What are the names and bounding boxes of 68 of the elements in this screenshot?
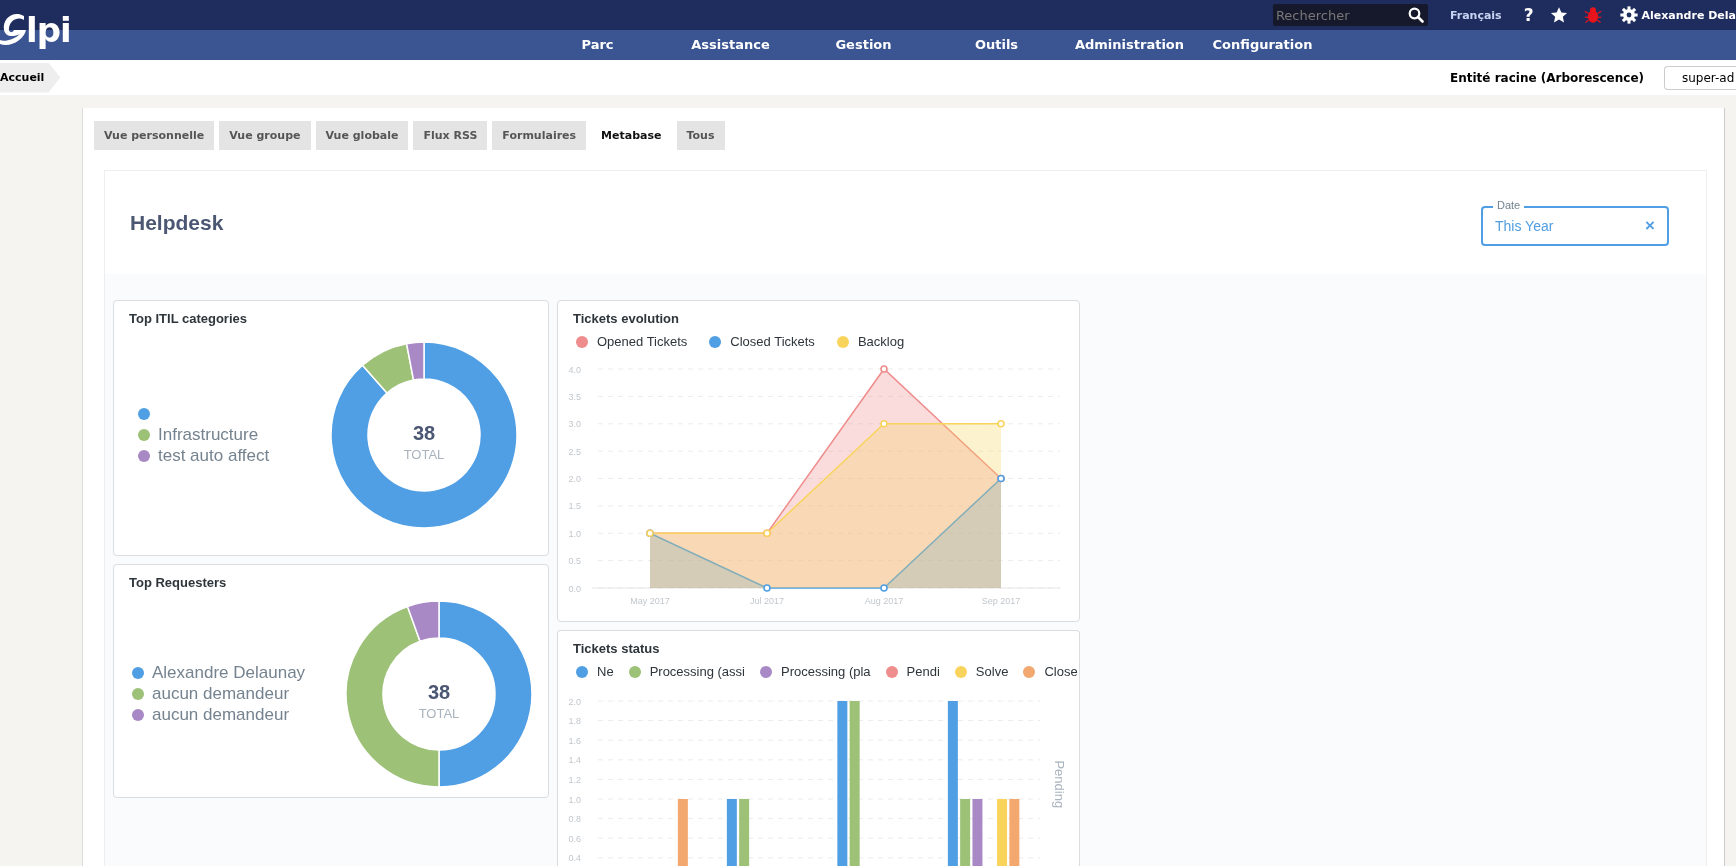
axis-tick-label: 2.0 bbox=[568, 696, 581, 707]
filter-value: This Year bbox=[1495, 217, 1554, 234]
legend-label: aucun demandeur bbox=[152, 683, 290, 704]
legend-label: Processing (pla bbox=[781, 664, 871, 679]
bug-icon[interactable] bbox=[1583, 6, 1602, 24]
legend-label: Infrastructure bbox=[158, 424, 259, 445]
axis-tick-label: 0.5 bbox=[568, 556, 581, 567]
axis-tick-label: 2.0 bbox=[568, 474, 581, 484]
tab[interactable]: Vue groupe bbox=[219, 121, 311, 150]
search-icon[interactable] bbox=[1407, 7, 1424, 23]
dashboard-title: Helpdesk bbox=[130, 210, 224, 235]
tab[interactable]: Vue personnelle bbox=[94, 121, 215, 150]
breadcrumb-link[interactable]: Accueil bbox=[0, 62, 61, 93]
data-point bbox=[880, 419, 888, 428]
tab[interactable]: Flux RSS bbox=[413, 121, 488, 150]
tab[interactable]: Tous bbox=[676, 121, 725, 150]
card-title: Top Requesters bbox=[129, 575, 227, 590]
axis-tick-label: 2.5 bbox=[568, 446, 581, 457]
language-link[interactable]: Français bbox=[1449, 8, 1502, 22]
axis-tick-label: 1.6 bbox=[568, 735, 581, 746]
entity-label: Entité racine (Arborescence) bbox=[1450, 70, 1644, 85]
axis-tick-label: 1.4 bbox=[568, 755, 581, 766]
help-link[interactable]: ? bbox=[1523, 5, 1534, 25]
menu-item[interactable]: Parc bbox=[531, 30, 664, 60]
menu-item[interactable]: Assistance bbox=[664, 30, 797, 60]
axis-tick-label: 1.8 bbox=[568, 716, 581, 727]
settings-icon[interactable] bbox=[1619, 6, 1638, 24]
user-name[interactable]: Alexandre Dela bbox=[1641, 8, 1736, 22]
data-point bbox=[880, 365, 888, 373]
legend-label: test auto affect bbox=[158, 445, 270, 466]
legend-label: aucun demandeur bbox=[152, 704, 290, 725]
menu-item[interactable]: Outils bbox=[930, 30, 1063, 60]
axis-tick-label: 1.0 bbox=[568, 528, 581, 539]
total-value: 38 bbox=[427, 680, 451, 703]
star-icon[interactable] bbox=[1549, 6, 1568, 24]
card-title: Tickets status bbox=[573, 641, 660, 656]
axis-label: Pending bbox=[1052, 760, 1067, 809]
tab[interactable]: Formulaires bbox=[492, 121, 587, 150]
menu-item[interactable]: Configuration bbox=[1196, 30, 1329, 60]
legend-label: Backlog bbox=[857, 334, 905, 349]
data-point bbox=[763, 584, 771, 592]
total-label: TOTAL bbox=[418, 705, 460, 721]
axis-tick-label: May 2017 bbox=[630, 596, 670, 606]
profile-select[interactable]: super-ad bbox=[1664, 65, 1736, 90]
total-value: 38 bbox=[412, 421, 436, 444]
total-label: TOTAL bbox=[403, 446, 445, 462]
app-logo[interactable]: lpi bbox=[0, 0, 71, 52]
legend-label: Processing (assi bbox=[649, 664, 745, 679]
data-point bbox=[997, 419, 1005, 428]
menu-item[interactable]: Administration bbox=[1063, 30, 1196, 60]
menu-item[interactable]: Gestion bbox=[797, 30, 930, 60]
search-field[interactable]: Rechercher bbox=[1272, 4, 1428, 26]
card-title: Top ITIL categories bbox=[129, 311, 247, 326]
legend-label: Ne bbox=[597, 664, 614, 679]
legend-label: Pendi bbox=[906, 664, 940, 679]
axis-tick-label: 1.0 bbox=[568, 794, 581, 805]
card-title: Tickets evolution bbox=[573, 311, 679, 326]
axis-tick-label: 1.5 bbox=[568, 501, 581, 512]
legend-label: Close bbox=[1044, 664, 1078, 679]
axis-tick-label: 3.5 bbox=[568, 391, 581, 402]
data-point bbox=[880, 584, 888, 592]
axis-tick-label: 1.2 bbox=[568, 774, 581, 785]
field-label: Date bbox=[1493, 198, 1525, 211]
legend-label: Closed Tickets bbox=[730, 334, 815, 349]
tab[interactable]: Vue globale bbox=[315, 121, 409, 150]
legend-label: Solve bbox=[975, 664, 1009, 679]
legend-label: Opened Tickets bbox=[597, 334, 688, 349]
legend-label: Alexandre Delaunay bbox=[152, 662, 306, 683]
